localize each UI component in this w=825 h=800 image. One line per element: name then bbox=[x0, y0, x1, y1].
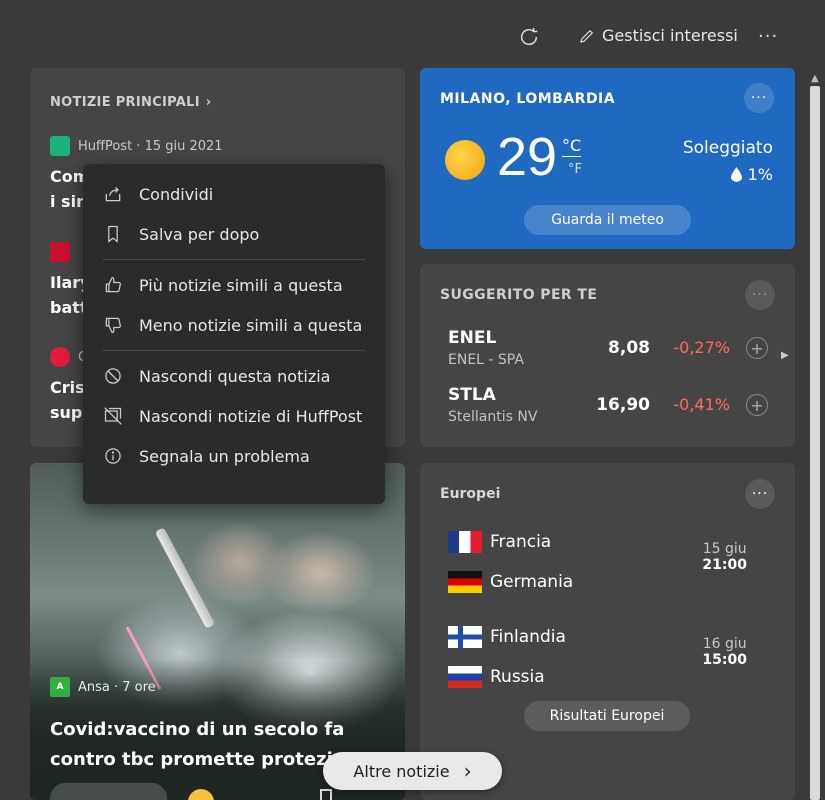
finland-flag-icon bbox=[448, 626, 482, 648]
add-stock-icon[interactable]: + bbox=[746, 394, 768, 416]
team-name: Francia bbox=[490, 532, 552, 552]
russia-flag-icon bbox=[448, 666, 482, 688]
menu-separator bbox=[103, 350, 365, 351]
team-name: Finlandia bbox=[490, 627, 566, 647]
menu-item-label: Condividi bbox=[139, 184, 214, 204]
story-action-button[interactable] bbox=[50, 783, 167, 800]
more-options-button[interactable]: ··· bbox=[758, 26, 778, 47]
stock-name: Stellantis NV bbox=[448, 409, 538, 425]
manage-interests-label: Gestisci interessi bbox=[602, 26, 738, 45]
menu-item-label: Segnala un problema bbox=[139, 446, 310, 466]
menu-item-less-like-this[interactable]: Meno notizie simili a questa bbox=[83, 305, 385, 345]
raindrop-icon bbox=[730, 167, 742, 182]
info-icon bbox=[105, 448, 121, 464]
stock-price: 16,90 bbox=[596, 395, 650, 415]
thumbs-up-icon bbox=[105, 276, 121, 293]
precipitation-value: 1% bbox=[747, 165, 773, 184]
story-source-text: Ansa · 7 ore bbox=[78, 679, 156, 695]
menu-item-label: Nascondi notizie di HuffPost bbox=[139, 406, 363, 426]
stocks-more-button[interactable]: ··· bbox=[745, 280, 775, 310]
menu-item-share[interactable]: Condividi bbox=[83, 174, 385, 214]
sports-card: Europei ··· Francia Germania 15 giu 21:0… bbox=[420, 463, 795, 800]
weather-card[interactable]: MILANO, LOMBARDIA ··· 29 °C °F Soleggiat… bbox=[420, 68, 795, 249]
pencil-icon bbox=[580, 29, 594, 43]
bookmark-icon[interactable] bbox=[320, 789, 332, 800]
ansa-logo-icon: A bbox=[50, 677, 70, 697]
menu-separator bbox=[103, 259, 365, 260]
team-row[interactable]: Germania bbox=[448, 571, 573, 593]
huffpost-logo-icon bbox=[50, 136, 70, 156]
chevron-right-icon: › bbox=[205, 95, 212, 110]
menu-item-hide-source[interactable]: Nascondi notizie di HuffPost bbox=[83, 396, 385, 436]
see-weather-button[interactable]: Guarda il meteo bbox=[524, 205, 691, 235]
menu-item-save[interactable]: Salva per dopo bbox=[83, 214, 385, 254]
stock-price: 8,08 bbox=[608, 338, 650, 358]
germany-flag-icon bbox=[448, 571, 482, 593]
match-datetime: 16 giu 15:00 bbox=[702, 636, 747, 668]
weather-location: MILANO, LOMBARDIA bbox=[440, 91, 616, 107]
stocks-title: SUGGERITO PER TE bbox=[440, 287, 598, 303]
top-stories-header[interactable]: NOTIZIE PRINCIPALI › bbox=[50, 95, 212, 110]
team-name: Russia bbox=[490, 667, 545, 687]
more-news-label: Altre notizie bbox=[353, 761, 450, 781]
weather-condition: Soleggiato bbox=[682, 138, 773, 158]
stocks-card: SUGGERITO PER TE ··· ENEL ENEL - SPA 8,0… bbox=[420, 264, 795, 447]
stock-change: -0,27% bbox=[673, 338, 730, 357]
menu-item-report-problem[interactable]: Segnala un problema bbox=[83, 436, 385, 476]
match-time: 15:00 bbox=[702, 652, 747, 668]
menu-item-label: Salva per dopo bbox=[139, 224, 260, 244]
manage-interests-button[interactable]: Gestisci interessi bbox=[578, 26, 738, 45]
menu-item-more-like-this[interactable]: Più notizie simili a questa bbox=[83, 265, 385, 305]
stock-change: -0,41% bbox=[673, 395, 730, 414]
menu-item-hide-story[interactable]: Nascondi questa notizia bbox=[83, 356, 385, 396]
match-datetime: 15 giu 21:00 bbox=[702, 541, 747, 573]
weather-more-button[interactable]: ··· bbox=[744, 83, 774, 113]
france-flag-icon bbox=[448, 531, 482, 553]
team-row[interactable]: Russia bbox=[448, 666, 545, 688]
bookmark-icon bbox=[108, 225, 118, 243]
more-news-button[interactable]: Altre notizie › bbox=[323, 752, 502, 790]
celsius-toggle[interactable]: °C bbox=[562, 136, 582, 157]
top-stories-title: NOTIZIE PRINCIPALI bbox=[50, 95, 200, 110]
story-source: A Ansa · 7 ore bbox=[50, 677, 156, 697]
stock-symbol: STLA bbox=[448, 385, 496, 405]
menu-item-label: Nascondi questa notizia bbox=[139, 366, 331, 386]
temperature-value: 29 bbox=[497, 127, 558, 187]
menu-item-label: Più notizie simili a questa bbox=[139, 275, 343, 295]
fahrenheit-toggle[interactable]: °F bbox=[568, 162, 582, 177]
story-source: HuffPost · 15 giu 2021 bbox=[50, 136, 390, 156]
sun-icon bbox=[445, 140, 485, 180]
menu-item-label: Meno notizie simili a questa bbox=[139, 315, 363, 335]
scrollbar-thumb[interactable] bbox=[810, 86, 820, 800]
stock-symbol: ENEL bbox=[448, 328, 497, 348]
share-icon bbox=[105, 186, 121, 202]
match-date: 16 giu bbox=[702, 636, 747, 652]
sports-more-button[interactable]: ··· bbox=[745, 479, 775, 509]
story-source-text: HuffPost · 15 giu 2021 bbox=[78, 138, 223, 154]
block-icon bbox=[105, 368, 121, 384]
team-name: Germania bbox=[490, 572, 574, 592]
tgcom24-logo-icon bbox=[50, 242, 70, 262]
chevron-right-icon: › bbox=[463, 759, 472, 783]
sports-title: Europei bbox=[440, 486, 501, 502]
thumbs-down-icon bbox=[105, 317, 121, 334]
image-story-card[interactable]: A Ansa · 7 ore Covid:vaccino di un secol… bbox=[30, 463, 405, 800]
stock-row[interactable]: STLA Stellantis NV 16,90 -0,41% + bbox=[448, 385, 768, 435]
hide-source-icon bbox=[104, 407, 122, 425]
euro-results-button[interactable]: Risultati Europei bbox=[524, 701, 690, 731]
team-row[interactable]: Finlandia bbox=[448, 626, 566, 648]
source-logo-icon bbox=[50, 347, 70, 367]
stock-row[interactable]: ENEL ENEL - SPA 8,08 -0,27% + bbox=[448, 328, 768, 378]
precipitation: 1% bbox=[730, 165, 773, 184]
scroll-up-arrow-icon[interactable]: ▲ bbox=[811, 73, 819, 84]
match-date: 15 giu bbox=[702, 541, 747, 557]
team-row[interactable]: Francia bbox=[448, 531, 551, 553]
top-toolbar: Gestisci interessi ··· bbox=[0, 0, 825, 68]
refresh-icon[interactable] bbox=[518, 26, 540, 48]
add-stock-icon[interactable]: + bbox=[746, 337, 768, 359]
match-time: 21:00 bbox=[702, 557, 747, 573]
context-menu: Condividi Salva per dopo Più notizie sim… bbox=[83, 164, 385, 504]
next-arrow-icon[interactable]: ▶ bbox=[781, 350, 789, 361]
stock-name: ENEL - SPA bbox=[448, 352, 524, 368]
